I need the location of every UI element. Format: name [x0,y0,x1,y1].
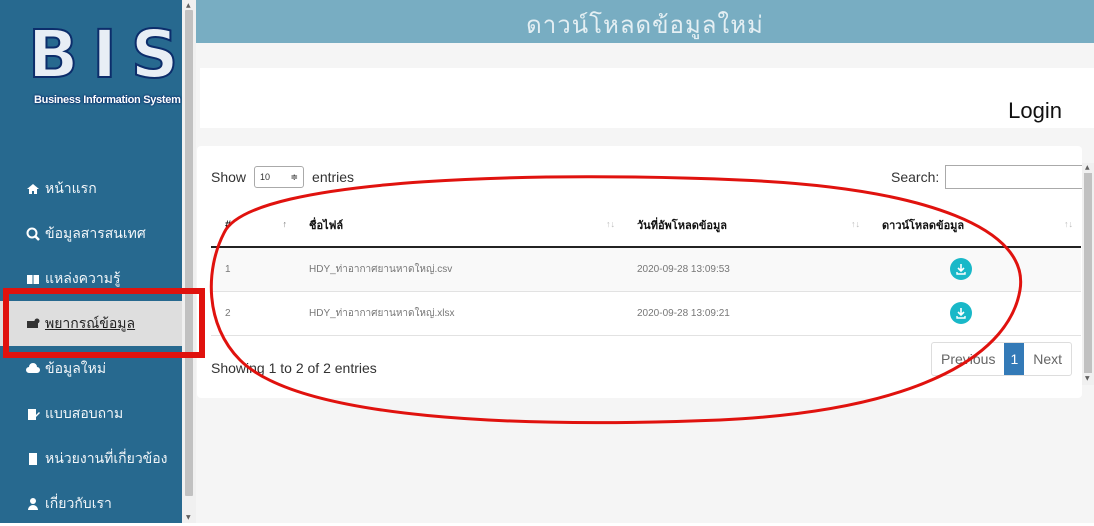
edit-icon [26,407,40,421]
column-label: วันที่อัพโหลดข้อมูล [637,220,727,232]
cell-download [868,291,1081,336]
sort-icon: ↑↓ [1064,219,1073,229]
building-icon [26,452,40,466]
cell-date: 2020-09-28 13:09:53 [623,247,868,292]
entries-control: Show 10 ≑ entries [211,166,354,188]
scroll-down-icon[interactable]: ▼ [1085,375,1090,382]
entries-label: entries [312,169,355,185]
home-icon [26,182,40,196]
table-info: Showing 1 to 2 of 2 entries [211,360,377,376]
bis-logo[interactable]: BIS Business Information System [27,16,193,107]
sidebar-item-survey[interactable]: แบบสอบถาม [0,391,182,436]
user-icon [26,497,40,511]
sidebar: BIS Business Information System หน้าแรก … [0,0,182,523]
previous-page-button[interactable]: Previous [932,343,1004,375]
sidebar-scrollbar[interactable]: ▲ ▼ [182,0,196,523]
highlight-box-annotation [3,288,205,358]
page-title: ดาวน์โหลดข้อมูลใหม่ [526,12,764,39]
page-1-button[interactable]: 1 [1004,343,1025,375]
sidebar-item-label: ข้อมูลสารสนเทศ [45,224,146,241]
column-label: # [225,219,232,231]
search-label: Search: [891,169,940,185]
cell-date: 2020-09-28 13:09:21 [623,291,868,336]
sidebar-item-label: หน่วยงานที่เกี่ยวข้อง [45,449,168,466]
sidebar-item-agencies[interactable]: หน่วยงานที่เกี่ยวข้อง [0,436,182,481]
sidebar-item-label: แหล่งความรู้ [45,269,121,286]
column-header-number[interactable]: # ↑ [211,204,295,248]
top-bar: ดาวน์โหลดข้อมูลใหม่ [196,0,1094,43]
column-header-filename[interactable]: ชื่อไฟล์ ↑↓ [295,204,623,248]
column-label: ดาวน์โหลดข้อมูล [882,220,965,232]
logo-letters: BIS [27,16,193,93]
pagination: Previous 1 Next [931,342,1073,376]
cloud-icon [26,362,40,376]
sort-icon: ↑↓ [606,219,615,229]
sidebar-item-label: แบบสอบถาม [45,404,124,421]
cell-filename: HDY_ท่าอากาศยานหาดใหญ่.xlsx [295,291,623,336]
column-header-upload-date[interactable]: วันที่อัพโหลดข้อมูล ↑↓ [623,204,868,248]
content-scroll-thumb[interactable] [1084,173,1092,373]
sidebar-item-home[interactable]: หน้าแรก [0,166,182,211]
table-row: 2 HDY_ท่าอากาศยานหาดใหญ่.xlsx 2020-09-28… [211,291,1081,336]
next-page-button[interactable]: Next [1024,343,1071,375]
files-table: # ↑ ชื่อไฟล์ ↑↓ วันที่อัพโหลดข้อมูล ↑↓ ดาวน… [211,204,1081,336]
search-input[interactable] [945,165,1084,189]
cell-number: 1 [211,247,295,292]
content-scrollbar[interactable]: ▲ ▼ [1082,163,1094,385]
sort-asc-icon: ↑ [282,219,288,229]
sidebar-item-about[interactable]: เกี่ยวกับเรา [0,481,182,526]
sidebar-item-label: หน้าแรก [45,179,97,196]
sidebar-item-information[interactable]: ข้อมูลสารสนเทศ [0,211,182,256]
entries-value: 10 [260,172,271,182]
scroll-down-icon[interactable]: ▼ [186,514,191,521]
search-data-icon [26,227,40,241]
download-icon[interactable] [950,302,972,324]
search-control: Search: [891,165,1084,189]
cell-filename: HDY_ท่าอากาศยานหาดใหญ่.csv [295,247,623,292]
header-card [200,68,1094,128]
sort-icon: ↑↓ [851,219,860,229]
select-arrows-icon: ≑ [290,171,299,182]
sidebar-item-label: ข้อมูลใหม่ [45,359,107,376]
column-label: ชื่อไฟล์ [309,220,344,232]
scroll-up-icon[interactable]: ▲ [186,2,191,9]
logo-subtitle: Business Information System [34,94,181,106]
scroll-up-icon[interactable]: ▲ [1085,164,1090,171]
table-row: 1 HDY_ท่าอากาศยานหาดใหญ่.csv 2020-09-28 … [211,247,1081,292]
cell-number: 2 [211,291,295,336]
login-link[interactable]: Login [1008,98,1062,124]
column-header-download[interactable]: ดาวน์โหลดข้อมูล ↑↓ [868,204,1081,248]
table-card: Show 10 ≑ entries Search: # ↑ ชื่อไฟล์ ↑↓ … [197,146,1084,398]
cell-download [868,247,1081,292]
sidebar-item-label: เกี่ยวกับเรา [45,494,112,511]
entries-select[interactable]: 10 ≑ [254,166,305,188]
show-label: Show [211,169,247,185]
sidebar-scroll-thumb[interactable] [185,10,193,496]
download-icon[interactable] [950,258,972,281]
book-icon [26,272,40,286]
table-header-row: # ↑ ชื่อไฟล์ ↑↓ วันที่อัพโหลดข้อมูล ↑↓ ดาวน… [211,204,1081,248]
